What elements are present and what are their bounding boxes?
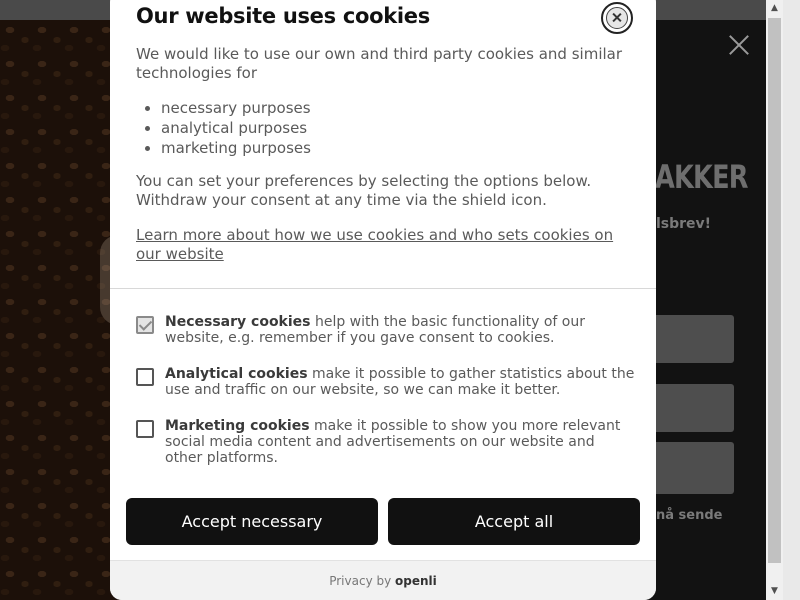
newsletter-close-icon[interactable] — [728, 34, 750, 56]
scroll-down-arrow-icon[interactable]: ▼ — [766, 583, 783, 600]
divider — [110, 288, 656, 289]
intro-text: We would like to use our own and third p… — [136, 45, 623, 82]
privacy-footer: Privacy by openli — [110, 560, 656, 600]
openli-brand-link[interactable]: openli — [395, 574, 437, 588]
option-text: Analytical cookies make it possible to g… — [165, 366, 635, 398]
cookie-consent-dialog: Our website uses cookies We would like t… — [110, 0, 656, 600]
accept-all-button[interactable]: Accept all — [388, 498, 640, 545]
window-edge — [783, 0, 800, 600]
newsletter-headline: AKKER — [655, 158, 748, 196]
dialog-title: Our website uses cookies — [136, 4, 430, 28]
newsletter-note: nå sende — [656, 508, 723, 523]
newsletter-subtext: lsbrev! — [656, 216, 712, 232]
option-title: Necessary cookies — [165, 314, 311, 330]
necessary-checkbox[interactable] — [136, 316, 154, 334]
vertical-scrollbar[interactable]: ▲ ▼ — [766, 0, 783, 600]
analytical-checkbox[interactable] — [136, 368, 154, 386]
scroll-up-arrow-icon[interactable]: ▲ — [766, 0, 783, 17]
accept-necessary-button[interactable]: Accept necessary — [126, 498, 378, 545]
footer-prefix: Privacy by — [329, 574, 392, 588]
close-button[interactable] — [601, 2, 633, 34]
preferences-text: You can set your preferences by selectin… — [136, 172, 592, 209]
marketing-checkbox[interactable] — [136, 420, 154, 438]
option-title: Marketing cookies — [165, 418, 310, 434]
option-text: Marketing cookies make it possible to sh… — [165, 418, 635, 466]
list-item: analytical purposes — [161, 118, 561, 138]
close-icon — [606, 7, 628, 29]
option-text: Necessary cookies help with the basic fu… — [165, 314, 635, 346]
purposes-list: necessary purposes analytical purposes m… — [161, 98, 561, 158]
list-item: marketing purposes — [161, 138, 561, 158]
learn-more-link[interactable]: Learn more about how we use cookies and … — [136, 226, 636, 264]
option-title: Analytical cookies — [165, 366, 308, 382]
list-item: necessary purposes — [161, 98, 561, 118]
scrollbar-thumb[interactable] — [768, 18, 781, 563]
